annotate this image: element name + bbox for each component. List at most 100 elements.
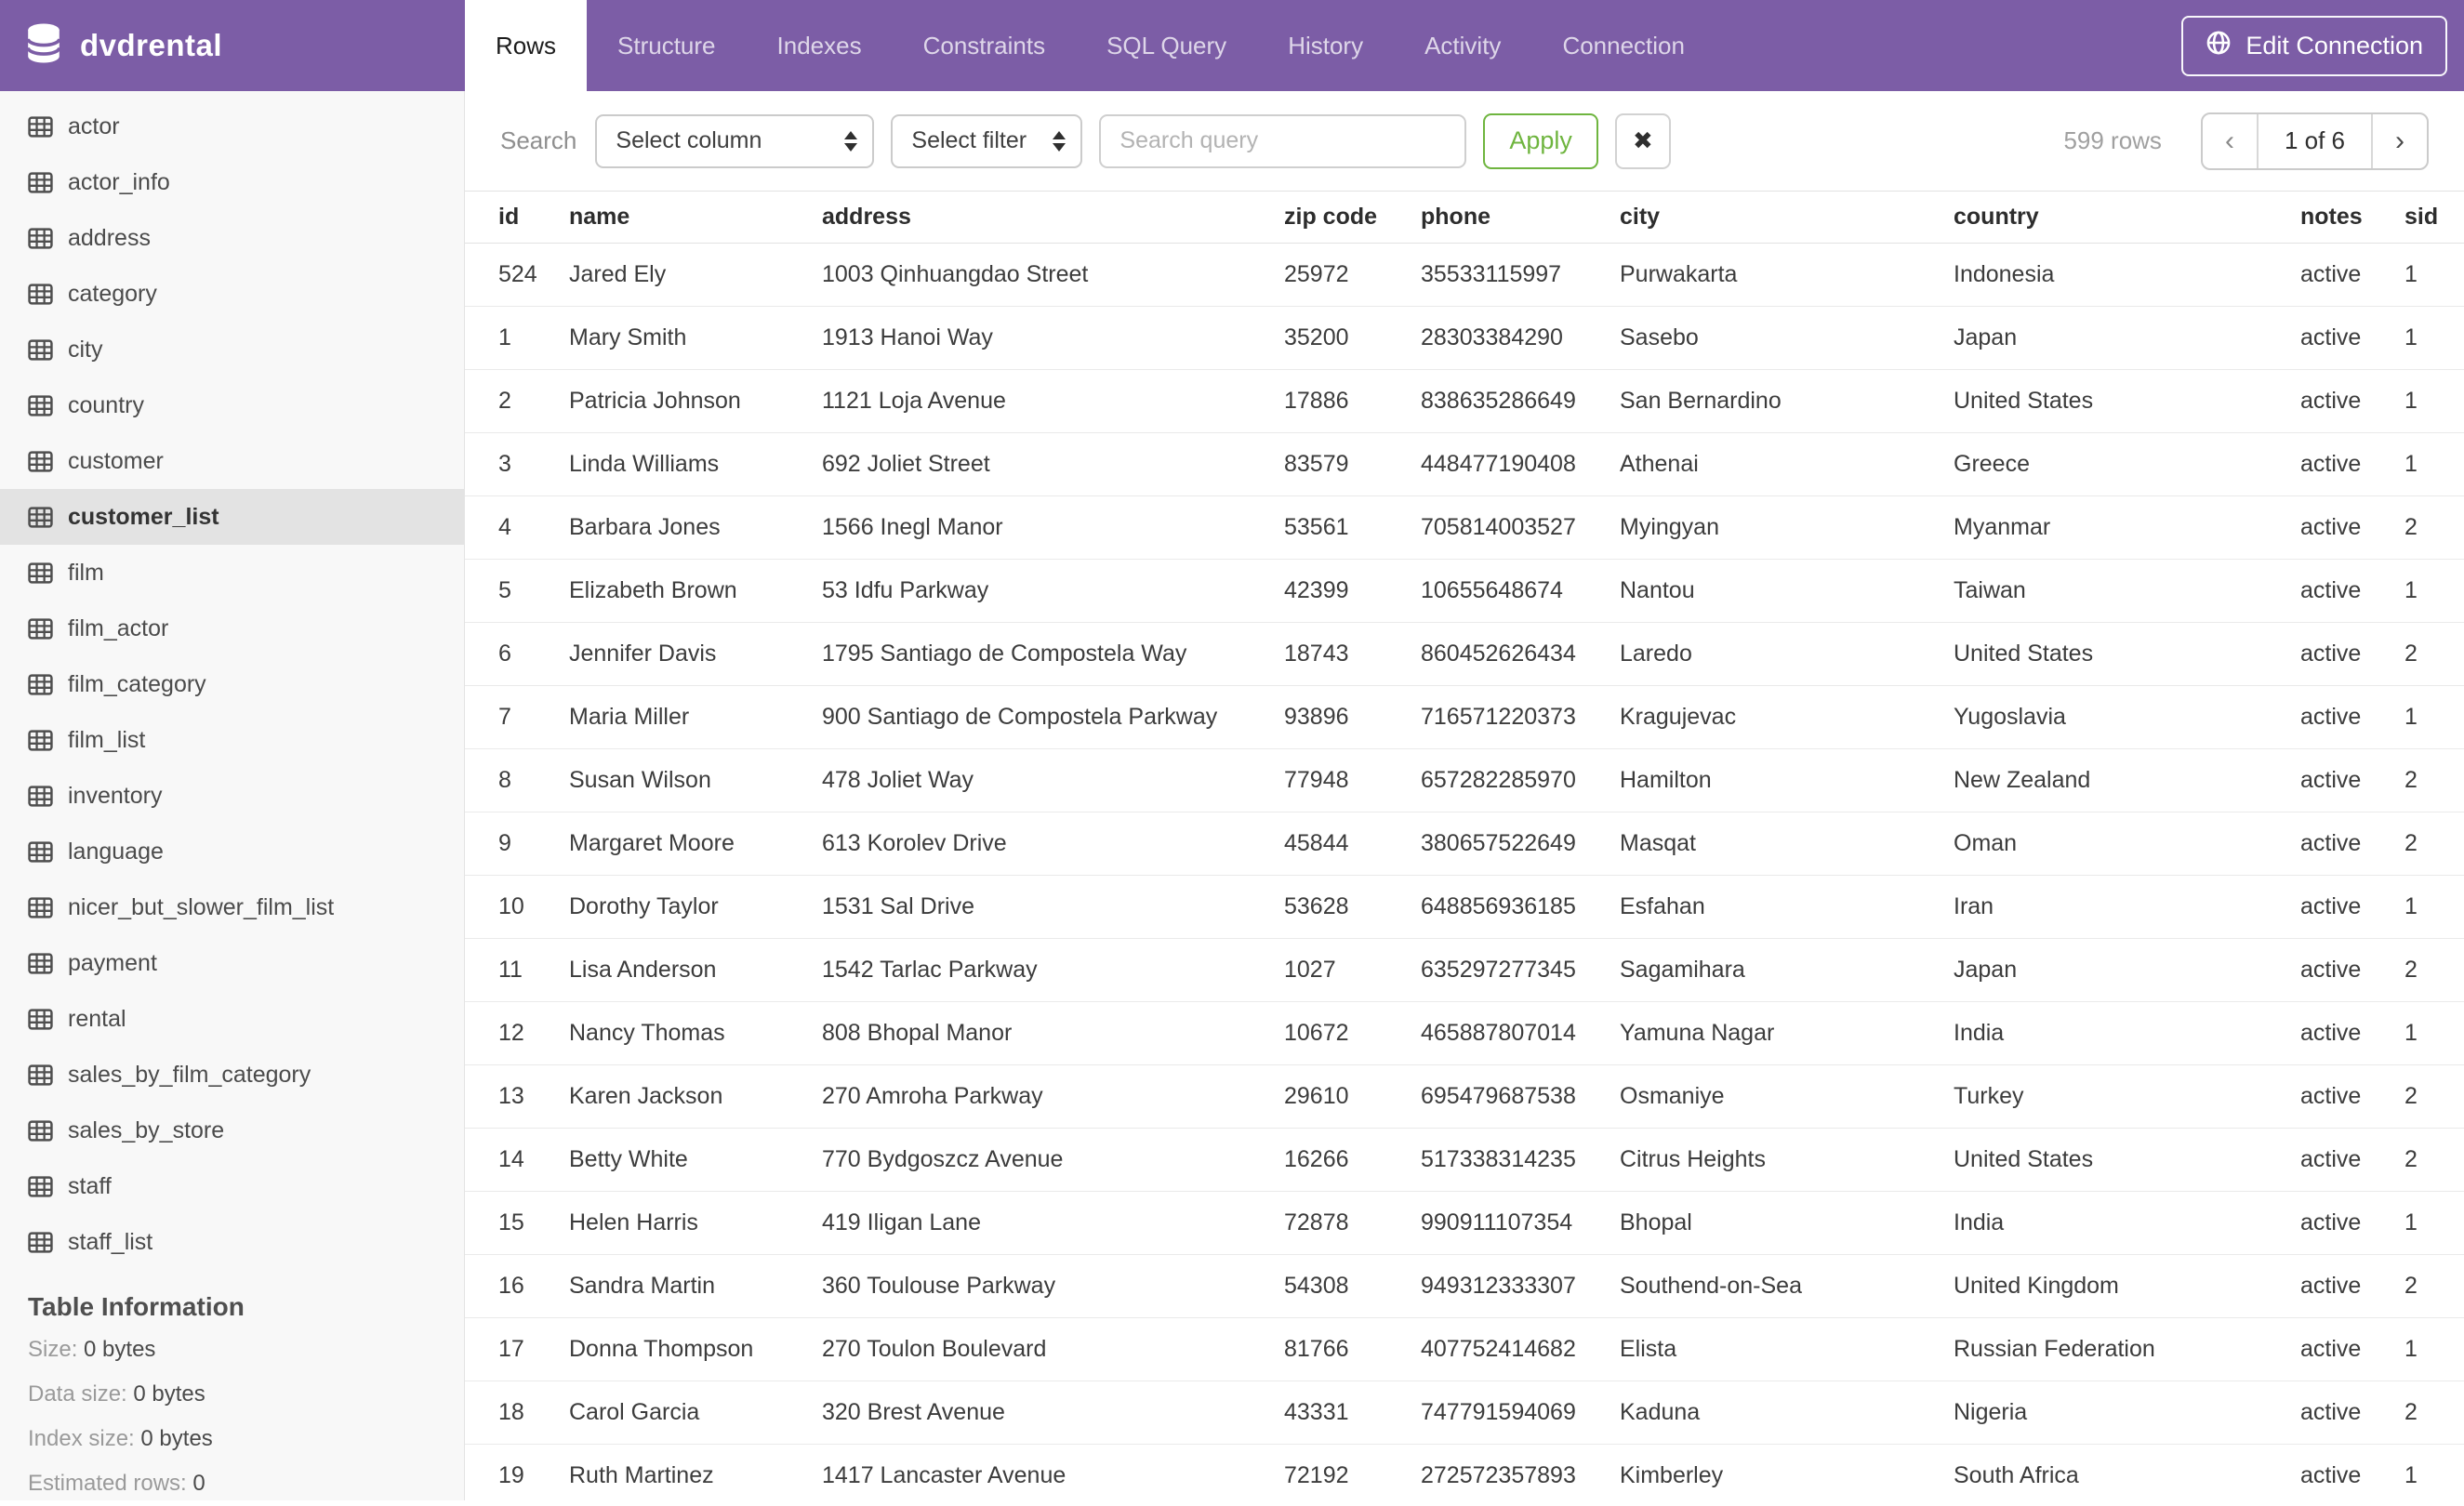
sidebar-item-customer-list[interactable]: customer_list	[0, 489, 464, 545]
prev-page-button[interactable]: ‹	[2203, 114, 2257, 168]
column-header-notes[interactable]: notes	[2300, 192, 2404, 244]
cell-name[interactable]: Karen Jackson	[569, 1065, 822, 1129]
cell-notes[interactable]: active	[2300, 244, 2404, 307]
table-row[interactable]: 13Karen Jackson270 Amroha Parkway2961069…	[465, 1065, 2464, 1129]
table-row[interactable]: 8Susan Wilson478 Joliet Way7794865728228…	[465, 749, 2464, 812]
search-query-input[interactable]	[1099, 114, 1466, 168]
table-row[interactable]: 1Mary Smith1913 Hanoi Way352002830338429…	[465, 307, 2464, 370]
cell-zip-code[interactable]: 25972	[1284, 244, 1421, 307]
apply-button[interactable]: Apply	[1483, 113, 1598, 169]
cell-sid[interactable]: 1	[2404, 1002, 2464, 1065]
cell-address[interactable]: 1121 Loja Avenue	[822, 370, 1284, 433]
cell-name[interactable]: Jared Ely	[569, 244, 822, 307]
cell-notes[interactable]: active	[2300, 686, 2404, 749]
cell-id[interactable]: 2	[465, 370, 569, 433]
cell-notes[interactable]: active	[2300, 812, 2404, 876]
tab-indexes[interactable]: Indexes	[747, 0, 893, 91]
sidebar-item-inventory[interactable]: inventory	[0, 768, 464, 824]
cell-city[interactable]: Kragujevac	[1620, 686, 1954, 749]
tab-activity[interactable]: Activity	[1394, 0, 1531, 91]
column-header-address[interactable]: address	[822, 192, 1284, 244]
cell-name[interactable]: Dorothy Taylor	[569, 876, 822, 939]
sidebar-item-film-list[interactable]: film_list	[0, 712, 464, 768]
cell-notes[interactable]: active	[2300, 370, 2404, 433]
cell-address[interactable]: 900 Santiago de Compostela Parkway	[822, 686, 1284, 749]
table-row[interactable]: 17Donna Thompson270 Toulon Boulevard8176…	[465, 1318, 2464, 1381]
cell-sid[interactable]: 1	[2404, 686, 2464, 749]
cell-city[interactable]: Masqat	[1620, 812, 1954, 876]
cell-sid[interactable]: 1	[2404, 433, 2464, 496]
table-row[interactable]: 5Elizabeth Brown53 Idfu Parkway423991065…	[465, 560, 2464, 623]
cell-phone[interactable]: 10655648674	[1421, 560, 1620, 623]
cell-address[interactable]: 360 Toulouse Parkway	[822, 1255, 1284, 1318]
cell-address[interactable]: 270 Toulon Boulevard	[822, 1318, 1284, 1381]
cell-notes[interactable]: active	[2300, 939, 2404, 1002]
sidebar-item-rental[interactable]: rental	[0, 991, 464, 1047]
cell-sid[interactable]: 2	[2404, 1255, 2464, 1318]
column-header-zip-code[interactable]: zip code	[1284, 192, 1421, 244]
cell-name[interactable]: Linda Williams	[569, 433, 822, 496]
cell-id[interactable]: 10	[465, 876, 569, 939]
cell-name[interactable]: Donna Thompson	[569, 1318, 822, 1381]
cell-name[interactable]: Carol Garcia	[569, 1381, 822, 1445]
cell-address[interactable]: 1913 Hanoi Way	[822, 307, 1284, 370]
column-header-sid[interactable]: sid	[2404, 192, 2464, 244]
cell-sid[interactable]: 2	[2404, 812, 2464, 876]
cell-zip-code[interactable]: 35200	[1284, 307, 1421, 370]
cell-id[interactable]: 14	[465, 1129, 569, 1192]
cell-sid[interactable]: 1	[2404, 1445, 2464, 1501]
cell-city[interactable]: Sasebo	[1620, 307, 1954, 370]
column-header-id[interactable]: id	[465, 192, 569, 244]
cell-country[interactable]: Turkey	[1954, 1065, 2300, 1129]
sidebar-item-payment[interactable]: payment	[0, 935, 464, 991]
next-page-button[interactable]: ›	[2373, 114, 2427, 168]
cell-notes[interactable]: active	[2300, 1002, 2404, 1065]
table-row[interactable]: 2Patricia Johnson1121 Loja Avenue1788683…	[465, 370, 2464, 433]
cell-zip-code[interactable]: 53628	[1284, 876, 1421, 939]
cell-sid[interactable]: 2	[2404, 1065, 2464, 1129]
cell-zip-code[interactable]: 72192	[1284, 1445, 1421, 1501]
cell-sid[interactable]: 2	[2404, 623, 2464, 686]
cell-country[interactable]: United Kingdom	[1954, 1255, 2300, 1318]
table-row[interactable]: 14Betty White770 Bydgoszcz Avenue1626651…	[465, 1129, 2464, 1192]
cell-city[interactable]: Myingyan	[1620, 496, 1954, 560]
cell-phone[interactable]: 657282285970	[1421, 749, 1620, 812]
cell-id[interactable]: 15	[465, 1192, 569, 1255]
cell-phone[interactable]: 407752414682	[1421, 1318, 1620, 1381]
sidebar-item-staff[interactable]: staff	[0, 1158, 464, 1214]
cell-notes[interactable]: active	[2300, 1255, 2404, 1318]
cell-sid[interactable]: 1	[2404, 307, 2464, 370]
cell-address[interactable]: 53 Idfu Parkway	[822, 560, 1284, 623]
cell-city[interactable]: Purwakarta	[1620, 244, 1954, 307]
cell-address[interactable]: 1795 Santiago de Compostela Way	[822, 623, 1284, 686]
cell-sid[interactable]: 2	[2404, 1129, 2464, 1192]
column-header-city[interactable]: city	[1620, 192, 1954, 244]
cell-id[interactable]: 7	[465, 686, 569, 749]
cell-name[interactable]: Maria Miller	[569, 686, 822, 749]
sidebar-item-actor-info[interactable]: actor_info	[0, 154, 464, 210]
table-row[interactable]: 11Lisa Anderson1542 Tarlac Parkway102763…	[465, 939, 2464, 1002]
cell-phone[interactable]: 747791594069	[1421, 1381, 1620, 1445]
cell-phone[interactable]: 517338314235	[1421, 1129, 1620, 1192]
cell-name[interactable]: Elizabeth Brown	[569, 560, 822, 623]
cell-country[interactable]: Taiwan	[1954, 560, 2300, 623]
cell-zip-code[interactable]: 72878	[1284, 1192, 1421, 1255]
column-header-country[interactable]: country	[1954, 192, 2300, 244]
column-header-phone[interactable]: phone	[1421, 192, 1620, 244]
cell-id[interactable]: 16	[465, 1255, 569, 1318]
cell-country[interactable]: India	[1954, 1002, 2300, 1065]
cell-name[interactable]: Lisa Anderson	[569, 939, 822, 1002]
cell-zip-code[interactable]: 53561	[1284, 496, 1421, 560]
tab-constraints[interactable]: Constraints	[893, 0, 1077, 91]
sidebar-item-address[interactable]: address	[0, 210, 464, 266]
cell-sid[interactable]: 2	[2404, 496, 2464, 560]
cell-address[interactable]: 478 Joliet Way	[822, 749, 1284, 812]
table-row[interactable]: 10Dorothy Taylor1531 Sal Drive5362864885…	[465, 876, 2464, 939]
cell-country[interactable]: United States	[1954, 370, 2300, 433]
sidebar-item-film-actor[interactable]: film_actor	[0, 601, 464, 656]
cell-zip-code[interactable]: 18743	[1284, 623, 1421, 686]
cell-name[interactable]: Ruth Martinez	[569, 1445, 822, 1501]
cell-sid[interactable]: 2	[2404, 749, 2464, 812]
cell-country[interactable]: Yugoslavia	[1954, 686, 2300, 749]
sidebar-item-country[interactable]: country	[0, 377, 464, 433]
